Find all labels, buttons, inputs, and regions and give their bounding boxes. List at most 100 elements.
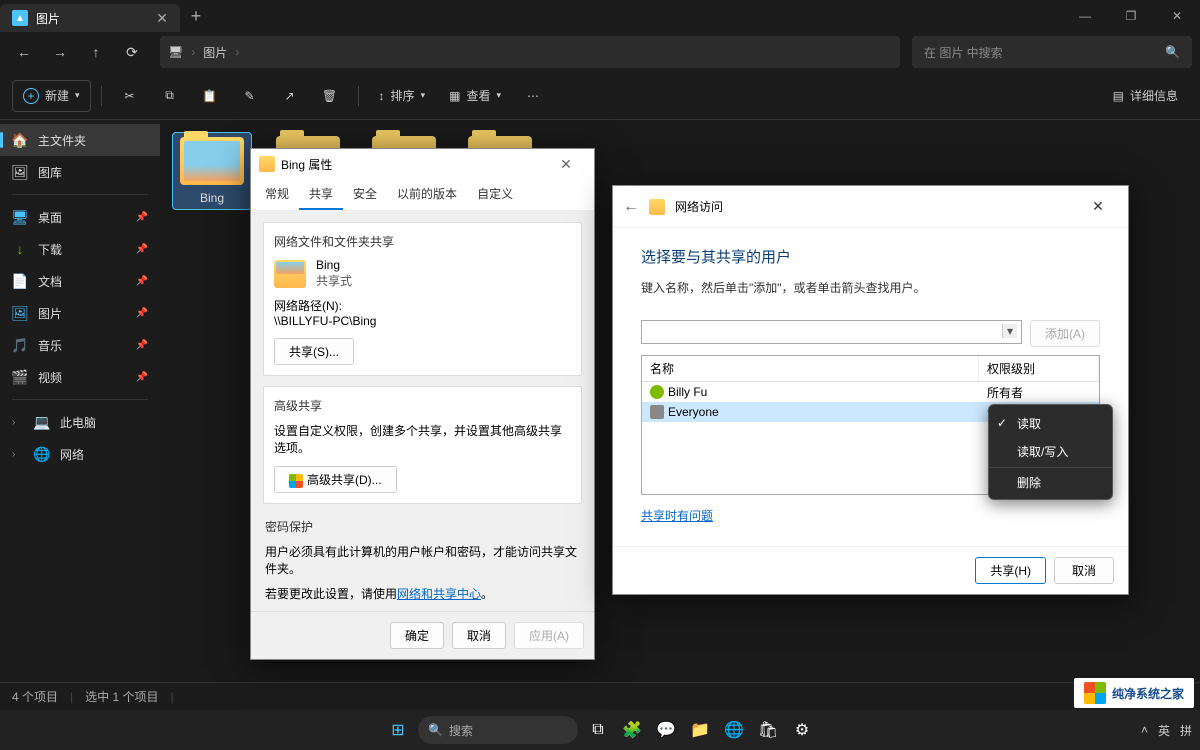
sidebar-item-label: 文档 <box>38 273 62 290</box>
taskbar[interactable]: ⊞ 🔍 搜索 ⧉ 🧩 💬 📁 🌐 🛍 ⚙ ˄ 英 拼 <box>0 710 1200 750</box>
cut-button[interactable]: ✂ <box>112 80 148 112</box>
sidebar-item-label: 网络 <box>60 446 84 463</box>
sidebar-item-documents[interactable]: 📄 文档 📌 <box>0 265 160 297</box>
help-link[interactable]: 共享时有问题 <box>641 507 1100 524</box>
new-button[interactable]: + 新建 ▾ <box>12 80 91 112</box>
chevron-down-icon: ▾ <box>75 90 80 101</box>
menu-item-readwrite[interactable]: 读取/写入 <box>989 437 1112 465</box>
delete-button[interactable]: 🗑 <box>312 80 348 112</box>
tab-previous[interactable]: 以前的版本 <box>387 179 467 210</box>
taskbar-edge[interactable]: 🌐 <box>720 716 748 744</box>
column-header-permission[interactable]: 权限级别 <box>979 356 1099 381</box>
rename-button[interactable]: ✎ <box>232 80 268 112</box>
system-tray[interactable]: ˄ 英 拼 <box>1141 722 1192 739</box>
close-window-button[interactable]: ✕ <box>1154 0 1200 32</box>
share-status: 共享式 <box>316 272 352 289</box>
back-button[interactable]: ← <box>8 36 40 68</box>
dialog-title: Bing 属性 <box>281 156 332 173</box>
tab-security[interactable]: 安全 <box>343 179 387 210</box>
sidebar-item-music[interactable]: 🎵 音乐 📌 <box>0 329 160 361</box>
user-row[interactable]: Billy Fu 所有者 <box>642 382 1099 402</box>
taskbar-app[interactable]: 🧩 <box>618 716 646 744</box>
back-button[interactable]: ← <box>623 198 639 216</box>
pin-icon: 📌 <box>136 244 148 255</box>
sidebar-item-desktop[interactable]: 🖥 桌面 📌 <box>0 201 160 233</box>
network-access-dialog: ← 网络访问 ✕ 选择要与其共享的用户 键入名称，然后单击"添加"，或者单击箭头… <box>612 185 1129 595</box>
status-bar: 4 个项目 | 选中 1 个项目 | ≡ ▦ <box>0 682 1200 710</box>
more-button[interactable]: ⋯ <box>515 80 551 112</box>
explorer-tab[interactable]: ▲ 图片 ✕ <box>0 4 180 32</box>
input-icon[interactable]: 拼 <box>1180 722 1192 739</box>
selection-count: 选中 1 个项目 <box>85 688 158 705</box>
tab-customize[interactable]: 自定义 <box>467 179 523 210</box>
close-button[interactable]: ✕ <box>1078 198 1118 215</box>
sidebar-item-videos[interactable]: 🎬 视频 📌 <box>0 361 160 393</box>
menu-item-read[interactable]: 读取 <box>989 409 1112 437</box>
cancel-button[interactable]: 取消 <box>1054 557 1114 584</box>
sidebar-item-pictures[interactable]: 🖼 图片 📌 <box>0 297 160 329</box>
pin-icon: 📌 <box>136 308 148 319</box>
sidebar-item-network[interactable]: › 🌐 网络 <box>0 438 160 470</box>
ime-indicator[interactable]: 英 <box>1158 722 1170 739</box>
folder-icon <box>180 137 244 185</box>
sidebar-item-thispc[interactable]: › 💻 此电脑 <box>0 406 160 438</box>
minimize-button[interactable]: — <box>1062 0 1108 32</box>
search-placeholder: 在 图片 中搜索 <box>924 44 1003 61</box>
sidebar-item-downloads[interactable]: ↓ 下载 📌 <box>0 233 160 265</box>
view-button[interactable]: ▦ 查看 ▾ <box>439 80 511 112</box>
pin-icon: 📌 <box>136 372 148 383</box>
chevron-down-icon: ▾ <box>421 90 426 101</box>
copy-button[interactable]: ⧉ <box>152 80 188 112</box>
sort-label: 排序 <box>391 87 415 104</box>
plus-icon: + <box>23 88 39 104</box>
taskbar-store[interactable]: 🛍 <box>754 716 782 744</box>
close-tab-icon[interactable]: ✕ <box>156 10 168 27</box>
details-label: 详细信息 <box>1130 87 1178 104</box>
sidebar-item-home[interactable]: 🏠 主文件夹 <box>0 124 160 156</box>
add-button: 添加(A) <box>1030 320 1100 347</box>
network-path: \\BILLYFU-PC\Bing <box>274 314 571 328</box>
share-button[interactable]: ↗ <box>272 80 308 112</box>
share-button[interactable]: 共享(H) <box>975 557 1046 584</box>
start-button[interactable]: ⊞ <box>384 716 412 744</box>
column-header-name[interactable]: 名称 <box>642 356 979 381</box>
close-button[interactable]: ✕ <box>546 156 586 173</box>
dialog-titlebar[interactable]: Bing 属性 ✕ <box>251 149 594 179</box>
permission-context-menu: 读取 读取/写入 删除 <box>988 404 1113 500</box>
details-pane-button[interactable]: ▤ 详细信息 <box>1103 80 1188 112</box>
chevron-up-icon[interactable]: ˄ <box>1141 723 1148 737</box>
task-view-button[interactable]: ⧉ <box>584 716 612 744</box>
menu-item-remove[interactable]: 删除 <box>989 467 1112 495</box>
taskbar-settings[interactable]: ⚙ <box>788 716 816 744</box>
breadcrumb[interactable]: 图片 <box>203 44 227 61</box>
forward-button[interactable]: → <box>44 36 76 68</box>
sidebar: 🏠 主文件夹 🖼 图库 🖥 桌面 📌 ↓ 下载 📌 📄 文档 📌 🖼 图片 📌 <box>0 120 160 682</box>
taskbar-search[interactable]: 🔍 搜索 <box>418 716 578 744</box>
sort-button[interactable]: ↕ 排序 ▾ <box>369 80 436 112</box>
user-combobox[interactable] <box>641 320 1022 344</box>
taskbar-app[interactable]: 💬 <box>652 716 680 744</box>
cancel-button[interactable]: 取消 <box>452 622 506 649</box>
path-label: 网络路径(N): <box>274 297 571 314</box>
network-center-link[interactable]: 网络和共享中心 <box>397 587 481 601</box>
up-button[interactable]: ↑ <box>80 36 112 68</box>
tab-sharing[interactable]: 共享 <box>299 179 343 210</box>
ok-button[interactable]: 确定 <box>390 622 444 649</box>
new-tab-button[interactable]: + <box>180 0 212 32</box>
sidebar-item-label: 图库 <box>38 164 62 181</box>
advanced-share-button[interactable]: 高级共享(D)... <box>274 466 397 493</box>
address-bar[interactable]: 🖥 › 图片 › <box>160 36 900 68</box>
network-sharing-group: 网络文件和文件夹共享 Bing 共享式 网络路径(N): \\BILLYFU-P… <box>263 222 582 376</box>
maximize-button[interactable]: ❐ <box>1108 0 1154 32</box>
refresh-button[interactable]: ⟳ <box>116 36 148 68</box>
tab-general[interactable]: 常规 <box>255 179 299 210</box>
share-button[interactable]: 共享(S)... <box>274 338 354 365</box>
download-icon: ↓ <box>12 241 28 257</box>
chevron-right-icon: › <box>12 449 24 460</box>
search-input[interactable]: 在 图片 中搜索 🔍 <box>912 36 1192 68</box>
sidebar-item-gallery[interactable]: 🖼 图库 <box>0 156 160 188</box>
group-title: 高级共享 <box>274 397 571 414</box>
taskbar-explorer[interactable]: 📁 <box>686 716 714 744</box>
paste-button[interactable]: 📋 <box>192 80 228 112</box>
folder-item[interactable]: Bing <box>172 132 252 210</box>
